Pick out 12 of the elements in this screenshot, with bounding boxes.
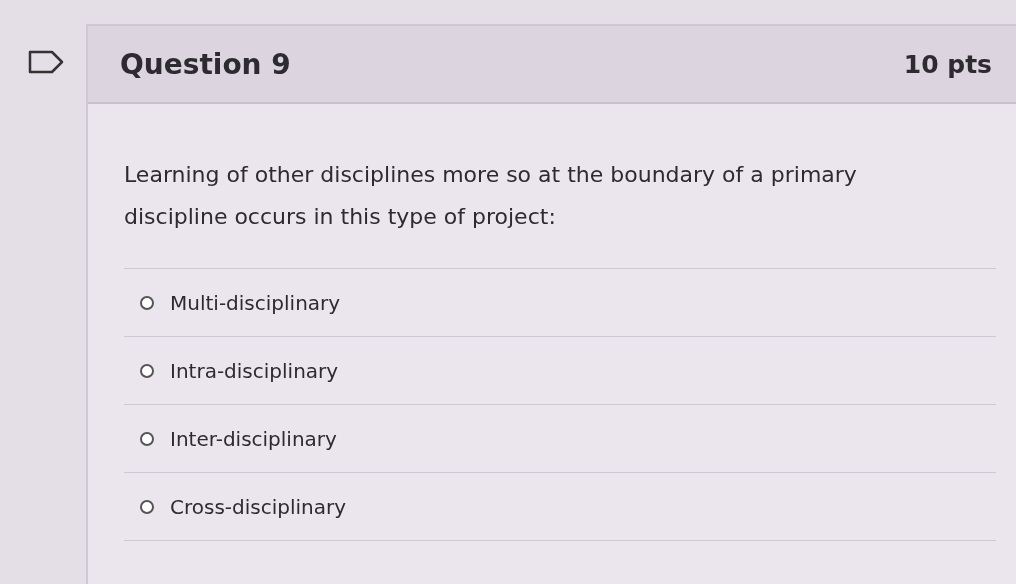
answer-option[interactable]: Multi-disciplinary: [124, 269, 996, 337]
flag-icon[interactable]: [28, 50, 64, 74]
radio-button[interactable]: [140, 431, 154, 446]
radio-button[interactable]: [140, 363, 154, 378]
question-text: Learning of other disciplines more so at the boundary of a primary discipline occurs in this type of project:: [124, 161, 858, 231]
answer-option[interactable]: Cross-disciplinary: [124, 473, 996, 541]
question-title: Question 9: [120, 47, 291, 81]
radio-button[interactable]: [140, 499, 154, 514]
answer-option[interactable]: Inter-disciplinary: [124, 405, 996, 473]
answer-option[interactable]: Intra-disciplinary: [124, 337, 996, 405]
points: 10 pts: [903, 49, 992, 79]
radio-button[interactable]: [140, 295, 154, 310]
